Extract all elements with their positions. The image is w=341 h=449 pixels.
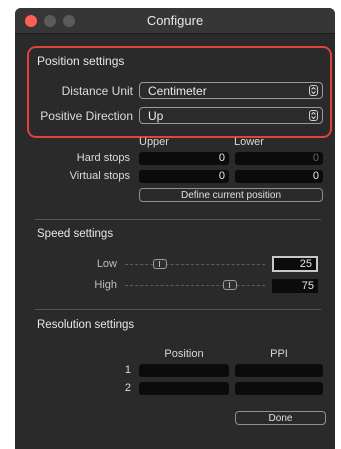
lower-column-header: Lower: [234, 136, 264, 148]
resolution-position-field[interactable]: [139, 364, 229, 377]
virtual-stops-upper-field[interactable]: 0: [139, 170, 229, 183]
divider: [35, 309, 321, 310]
low-speed-input[interactable]: 25: [272, 256, 318, 272]
resolution-position-field[interactable]: [139, 382, 229, 395]
resolution-settings-title: Resolution settings: [37, 319, 135, 331]
resolution-row-label: 2: [124, 382, 131, 394]
high-label: High: [94, 279, 117, 291]
upper-column-header: Upper: [139, 136, 169, 148]
position-settings-title: Position settings: [37, 54, 125, 68]
high-slider-track[interactable]: [125, 285, 265, 287]
chevron-updown-icon: [309, 85, 318, 96]
position-column-header: Position: [164, 348, 204, 360]
speed-settings-title: Speed settings: [37, 228, 114, 240]
distance-unit-label: Distance Unit: [61, 84, 133, 98]
virtual-stops-label: Virtual stops: [69, 170, 130, 182]
distance-unit-select[interactable]: Centimeter: [139, 82, 323, 99]
virtual-stops-lower-field[interactable]: 0: [235, 170, 323, 183]
resolution-row-label: 1: [124, 364, 131, 376]
window-title: Configure: [146, 13, 204, 28]
positive-direction-value: Up: [148, 109, 164, 123]
title-bar: Configure: [15, 8, 335, 34]
low-slider-thumb[interactable]: [153, 259, 167, 269]
hard-stops-lower-field[interactable]: 0: [235, 152, 323, 165]
resolution-ppi-field[interactable]: [235, 382, 323, 395]
done-button[interactable]: Done: [235, 411, 326, 425]
low-label: Low: [96, 258, 117, 270]
divider: [35, 219, 321, 220]
positive-direction-label: Positive Direction: [40, 109, 133, 123]
configure-window: Configure Position settings Distance Uni…: [15, 8, 335, 449]
distance-unit-value: Centimeter: [148, 84, 207, 98]
chevron-updown-icon: [309, 110, 318, 121]
positive-direction-select[interactable]: Up: [139, 107, 323, 124]
high-slider-thumb[interactable]: [223, 280, 237, 290]
hard-stops-upper-field[interactable]: 0: [139, 152, 229, 165]
define-current-position-button[interactable]: Define current position: [139, 188, 323, 202]
ppi-column-header: PPI: [270, 348, 288, 360]
high-speed-input[interactable]: 75: [272, 279, 318, 293]
low-slider-track[interactable]: [125, 264, 265, 266]
resolution-ppi-field[interactable]: [235, 364, 323, 377]
hard-stops-label: Hard stops: [76, 152, 130, 164]
